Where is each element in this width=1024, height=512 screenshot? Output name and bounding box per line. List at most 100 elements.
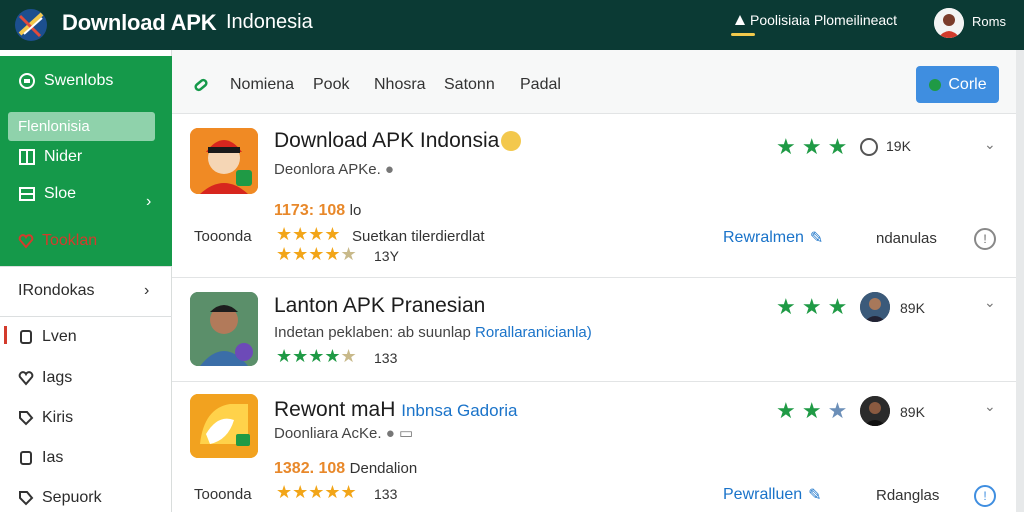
info-icon[interactable]: ! bbox=[974, 228, 996, 250]
main-content: Nomiena Pook Nhosra Satonn Padal Corle D… bbox=[172, 50, 1024, 512]
top-bar: Download APK Indonesia Poolisiaia Plomei… bbox=[0, 0, 1024, 50]
sidebar-item-irondokas[interactable]: IRondokas bbox=[18, 282, 95, 300]
review-count: 133 bbox=[374, 350, 398, 366]
action-button[interactable]: Pewralluen ✎ bbox=[723, 485, 822, 505]
tag-icon bbox=[19, 491, 34, 506]
tab-pook[interactable]: Pook bbox=[313, 76, 349, 94]
cta-label: Corle bbox=[948, 75, 987, 93]
cta-button[interactable]: Corle bbox=[916, 66, 999, 103]
price-text: 1382. 108 bbox=[274, 460, 346, 477]
price-suffix: Dendalion bbox=[349, 460, 418, 477]
chevron-down-icon[interactable]: ⌄ bbox=[984, 294, 996, 311]
smiley-icon bbox=[501, 131, 522, 152]
square-icon bbox=[20, 451, 32, 465]
heart-icon bbox=[18, 371, 34, 386]
promo-underline bbox=[731, 33, 755, 36]
price-text: 1173: 108 bbox=[274, 202, 346, 219]
chevron-right-icon[interactable]: › bbox=[144, 282, 149, 300]
app-name[interactable]: Rewont maH Inbnsa Gadoria bbox=[274, 398, 517, 422]
tab-bar: Nomiena Pook Nhosra Satonn Padal Corle bbox=[172, 50, 1024, 114]
app-icon bbox=[190, 128, 258, 194]
app-icon bbox=[190, 394, 258, 458]
chevron-right-icon[interactable]: › bbox=[146, 193, 151, 211]
app-name[interactable]: Download APK Indonsia bbox=[274, 129, 522, 153]
badge-icon: ▭ bbox=[398, 425, 414, 442]
review-count: 133 bbox=[374, 486, 398, 502]
sidebar-item-label: Swenlobs bbox=[44, 72, 114, 89]
sidebar-item-label: Kiris bbox=[42, 409, 74, 426]
list-item[interactable]: Lanton APK Pranesian Indetan peklaben: a… bbox=[172, 278, 1016, 382]
sidebar-item-sepuork[interactable]: Sepuork bbox=[18, 489, 102, 507]
pencil-icon: ✎ bbox=[808, 487, 822, 504]
rating-text: Suetkan tilerdierdlat bbox=[352, 228, 485, 245]
rating-stars: ★★★★★ bbox=[276, 346, 357, 366]
sidebar-item-label: Tooklan bbox=[42, 232, 98, 249]
app-description: Indetan peklaben: ab suunlap Rorallarani… bbox=[274, 324, 592, 341]
developer-text: Deonlora APKe. bbox=[274, 161, 381, 178]
tab-nhosra[interactable]: Nhosra bbox=[374, 76, 426, 94]
sidebar-divider bbox=[0, 266, 172, 267]
green-rating-stars: ★ ★ ★ bbox=[776, 294, 848, 319]
tab-satonn[interactable]: Satonn bbox=[444, 76, 495, 94]
sidebar-item-nider[interactable]: Nider bbox=[18, 148, 82, 166]
sidebar: Swenlobs Flenlonisia Nider Sloe › Tookla… bbox=[0, 50, 172, 512]
app-developer: Deonlora APKe. ● bbox=[274, 161, 394, 178]
developer-avatar bbox=[860, 292, 890, 322]
action-button[interactable]: Rewralmen ✎ bbox=[723, 228, 823, 248]
list-item[interactable]: Download APK Indonsia Deonlora APKe. ● 1… bbox=[172, 114, 1016, 278]
app-name[interactable]: Lanton APK Pranesian bbox=[274, 294, 485, 318]
info-icon[interactable]: ! bbox=[974, 485, 996, 507]
chevron-down-icon[interactable]: ⌄ bbox=[984, 136, 996, 153]
app-name-text: Download APK Indonsia bbox=[274, 129, 500, 152]
rating-stars: ★★★★ bbox=[276, 224, 341, 244]
gamepad-icon bbox=[929, 78, 942, 91]
sidebar-item-label: Iags bbox=[42, 369, 73, 386]
store-icon bbox=[19, 187, 35, 201]
developer-text: Doonliara AcKe. bbox=[274, 425, 382, 442]
app-subtitle: Indonesia bbox=[226, 11, 313, 33]
app-name-link[interactable]: Inbnsa Gadoria bbox=[401, 401, 517, 420]
tab-nomiena[interactable]: Nomiena bbox=[230, 76, 294, 94]
tag-icon[interactable] bbox=[192, 76, 210, 94]
sidebar-item-label: Lven bbox=[42, 328, 77, 345]
secondary-action[interactable]: ndanulas bbox=[876, 230, 937, 247]
price-suffix: lo bbox=[349, 202, 362, 219]
action-label: Pewralluen bbox=[723, 486, 803, 503]
sidebar-item-flenlonisia[interactable]: Flenlonisia bbox=[18, 118, 90, 135]
sidebar-item-iags[interactable]: Iags bbox=[18, 369, 72, 387]
description-link[interactable]: Rorallaranicianla) bbox=[475, 324, 592, 341]
sidebar-item-label: Sloe bbox=[44, 185, 77, 202]
sidebar-item-lven[interactable]: Lven bbox=[18, 328, 77, 346]
green-rating-stars: ★ ★ ★ bbox=[776, 134, 848, 159]
sidebar-item-swenlobs[interactable]: Swenlobs bbox=[18, 72, 113, 90]
pencil-icon: ✎ bbox=[809, 230, 824, 247]
app-developer: Doonliara AcKe. ● ▭ bbox=[274, 424, 413, 442]
face-icon bbox=[860, 138, 878, 157]
tab-padal[interactable]: Padal bbox=[520, 76, 561, 94]
grid-icon bbox=[19, 149, 35, 165]
sidebar-item-kiris[interactable]: Kiris bbox=[18, 409, 73, 427]
scrollbar[interactable] bbox=[1016, 50, 1024, 512]
promo-icon bbox=[735, 15, 745, 25]
app-category: Tooonda bbox=[194, 486, 252, 503]
sidebar-item-label: Ias bbox=[42, 449, 64, 466]
sidebar-item-sloe[interactable]: Sloe bbox=[18, 185, 76, 203]
app-logo-icon[interactable] bbox=[14, 8, 48, 42]
list-item[interactable]: Rewont maH Inbnsa Gadoria Doonliara AcKe… bbox=[172, 382, 1016, 512]
sidebar-item-ias[interactable]: Ias bbox=[18, 449, 63, 467]
promo-link[interactable]: Poolisiaia Plomeilineact bbox=[750, 12, 897, 28]
chevron-down-icon[interactable]: ⌄ bbox=[984, 398, 996, 415]
sidebar-item-label: Nider bbox=[44, 148, 83, 165]
sidebar-item-tooklan[interactable]: Tooklan bbox=[18, 232, 97, 250]
globe-icon: ● bbox=[385, 425, 395, 442]
app-price: 1382. 108 Dendalion bbox=[274, 460, 417, 478]
user-avatar[interactable] bbox=[934, 8, 964, 38]
heart-icon bbox=[18, 234, 34, 249]
metric-value: 89K bbox=[900, 300, 925, 316]
user-name[interactable]: Roms bbox=[972, 14, 1006, 29]
review-count: 13Y bbox=[374, 248, 399, 264]
app-price: 1173: 108 lo bbox=[274, 202, 361, 220]
tag-icon bbox=[19, 411, 34, 426]
secondary-action[interactable]: Rdanglas bbox=[876, 487, 939, 504]
description-text: Indetan peklaben: ab suunlap bbox=[274, 324, 471, 341]
